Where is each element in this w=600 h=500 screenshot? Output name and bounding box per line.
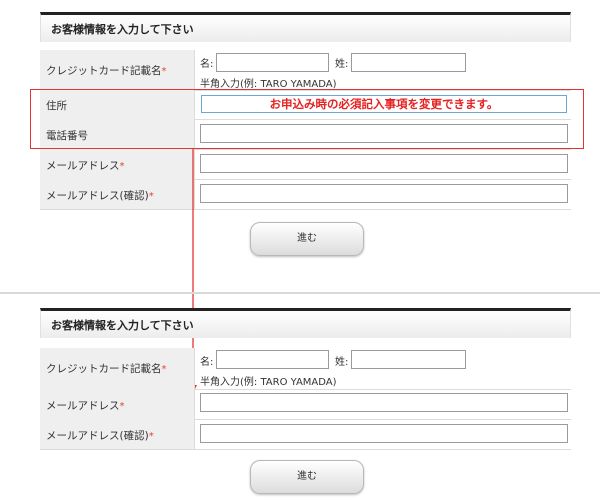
bottom-email-confirm-input[interactable] [200,424,568,443]
top-last-name-input[interactable] [351,53,466,72]
bottom-email-row: メールアドレス* [40,389,571,420]
section-divider [0,292,600,294]
top-email-confirm-input[interactable] [200,184,568,203]
bottom-hint-text: 半角入力(例: TARO YAMADA) [200,377,337,388]
required-mark: * [119,161,125,172]
top-email-confirm-label: メールアドレス(確認)* [46,190,154,202]
bottom-last-name-label: 姓: [335,357,349,368]
top-email-label: メールアドレス* [46,160,125,172]
top-submit-button[interactable]: 進む [250,222,364,256]
top-form-header: お客様情報を入力して下さい [40,12,571,42]
bottom-first-name-label: 名: [200,357,214,368]
top-form-title: お客様情報を入力して下さい [51,23,194,36]
bottom-form-header: お客様情報を入力して下さい [40,308,571,338]
bottom-email-label: メールアドレス* [46,400,125,412]
top-email-row: メールアドレス* [40,149,571,180]
bottom-card-name-row: クレジットカード記載名* 名: 姓: 半角入力(例: TARO YAMADA) [40,348,571,390]
required-mark: * [161,364,167,375]
top-first-name-input[interactable] [216,53,329,72]
bottom-email-confirm-row: メールアドレス(確認)* [40,419,571,450]
bottom-submit-button[interactable]: 進む [250,460,364,494]
top-hint-text: 半角入力(例: TARO YAMADA) [200,79,337,90]
required-mark: * [161,66,167,77]
top-email-confirm-row: メールアドレス(確認)* [40,179,571,210]
top-card-name-row: クレジットカード記載名* 名: 姓: 半角入力(例: TARO YAMADA) [40,50,571,91]
bottom-form-title: お客様情報を入力して下さい [51,319,194,332]
required-mark: * [119,401,125,412]
required-mark: * [148,431,154,442]
annotation-address-note: お申込み時の必須記入事項を変更できます。 [201,95,567,113]
top-card-name-label: クレジットカード記載名* [46,65,167,77]
bottom-first-name-input[interactable] [216,350,329,369]
bottom-email-input[interactable] [200,393,568,412]
bottom-last-name-input[interactable] [351,350,466,369]
bottom-form-panel: お客様情報を入力して下さい クレジットカード記載名* 名: 姓: 半角入力(例:… [40,308,571,450]
top-email-input[interactable] [200,154,568,173]
top-last-name-label: 姓: [335,59,349,70]
bottom-card-name-label: クレジットカード記載名* [46,363,167,375]
required-mark: * [148,191,154,202]
top-first-name-label: 名: [200,59,214,70]
bottom-email-confirm-label: メールアドレス(確認)* [46,430,154,442]
